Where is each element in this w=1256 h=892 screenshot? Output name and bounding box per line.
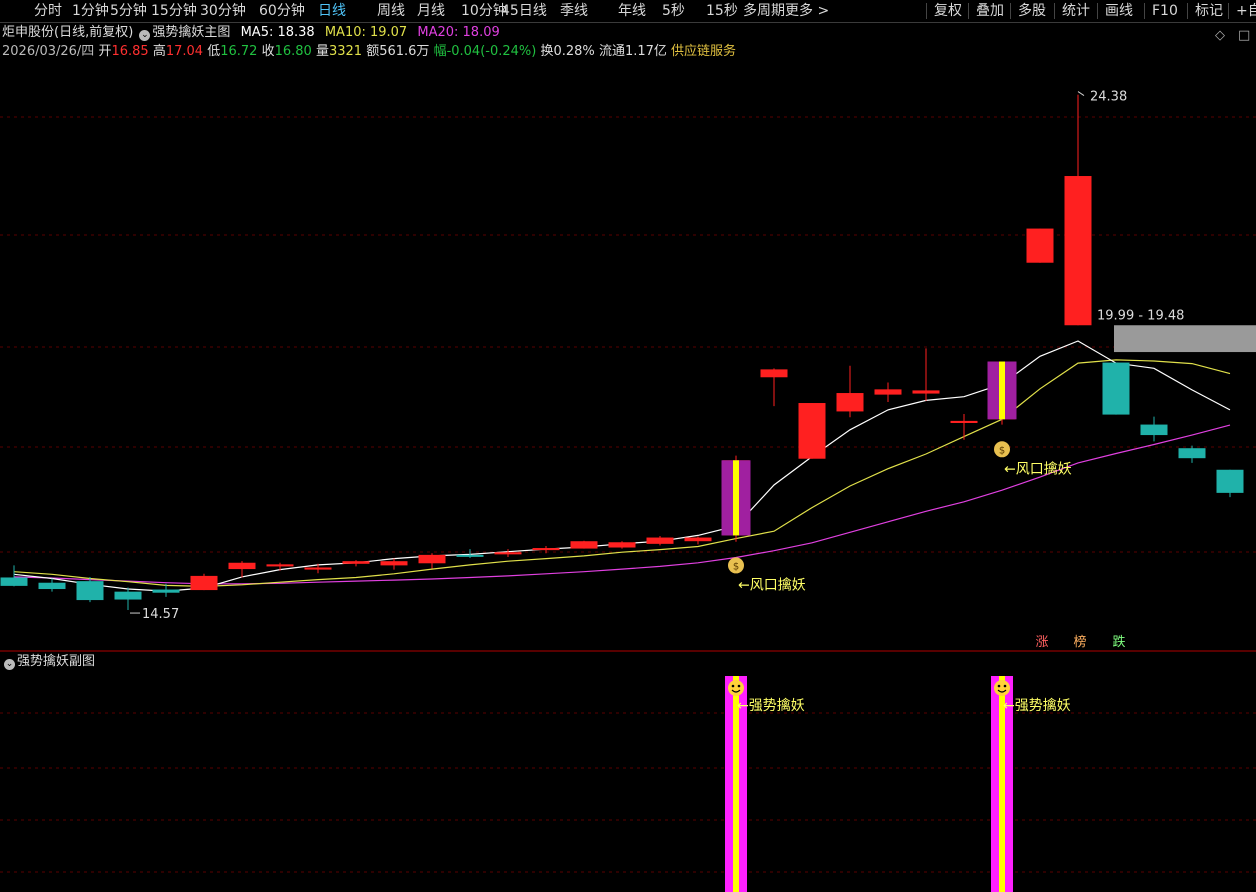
signal-annotation: ←风口擒妖: [1004, 460, 1072, 477]
signal-core: [999, 361, 1005, 420]
sub-signal-annotation: ←强势擒妖: [1003, 697, 1071, 714]
candle-body[interactable]: [608, 542, 636, 548]
candle-body[interactable]: [418, 554, 446, 564]
candle-body[interactable]: [1140, 424, 1168, 436]
candle-body[interactable]: [532, 548, 560, 551]
zone-range-label: 19.99 - 19.48: [1097, 308, 1184, 323]
candle-body[interactable]: [1026, 228, 1054, 263]
smiley-icon: [994, 680, 1010, 696]
candle-body[interactable]: [1178, 448, 1206, 459]
candle-body[interactable]: [494, 552, 522, 555]
candle-body[interactable]: [570, 541, 598, 549]
rank-label: 涨: [1035, 635, 1048, 650]
smiley-eye: [737, 684, 741, 688]
rank-label: 跌: [1112, 634, 1125, 650]
sub-signal-annotation: ←强势擒妖: [737, 697, 805, 714]
low-price-label: 14.57: [142, 607, 179, 622]
candle-body[interactable]: [1064, 176, 1092, 326]
candle-body[interactable]: [190, 575, 218, 591]
smiley-icon: [728, 680, 744, 696]
candle-body[interactable]: [912, 390, 940, 394]
candle-body[interactable]: [1102, 362, 1130, 415]
candle-body[interactable]: [1216, 469, 1244, 493]
candle-body[interactable]: [836, 393, 864, 412]
candle-body[interactable]: [228, 562, 256, 570]
ma20-line: [13, 424, 1231, 585]
candle-body[interactable]: [304, 567, 332, 570]
candle-body[interactable]: [266, 564, 294, 567]
candle-body[interactable]: [152, 589, 180, 593]
candle-body[interactable]: [798, 403, 826, 459]
signal-annotation: ←风口擒妖: [738, 576, 806, 593]
candle-body[interactable]: [646, 537, 674, 544]
candle-body[interactable]: [456, 554, 484, 557]
smiley-eye: [1003, 684, 1007, 688]
candle-body[interactable]: [38, 582, 66, 590]
rank-label: 榜: [1073, 634, 1086, 650]
candle-body[interactable]: [380, 561, 408, 566]
price-zone: [1114, 325, 1256, 353]
candle-body[interactable]: [114, 591, 142, 600]
high-price-label: 24.38: [1090, 90, 1127, 105]
money-bag-symbol: $: [999, 445, 1005, 456]
smiley-eye: [731, 684, 735, 688]
candle-body[interactable]: [342, 561, 370, 564]
candle-body[interactable]: [760, 369, 788, 378]
candle-body[interactable]: [874, 389, 902, 395]
candle-body[interactable]: [76, 581, 104, 601]
money-bag-symbol: $: [733, 561, 739, 572]
candle-body[interactable]: [0, 577, 28, 586]
candle-body[interactable]: [950, 420, 978, 423]
high-marker: [1077, 91, 1085, 96]
kline-chart[interactable]: $ ←风口擒妖 $ ←风口擒妖 24.38 14.57 19.99 - 19.48 涨 榜 跌 ←强…: [0, 0, 1256, 892]
smiley-eye: [997, 684, 1001, 688]
signal-core: [733, 460, 739, 536]
candle-body[interactable]: [684, 537, 712, 542]
